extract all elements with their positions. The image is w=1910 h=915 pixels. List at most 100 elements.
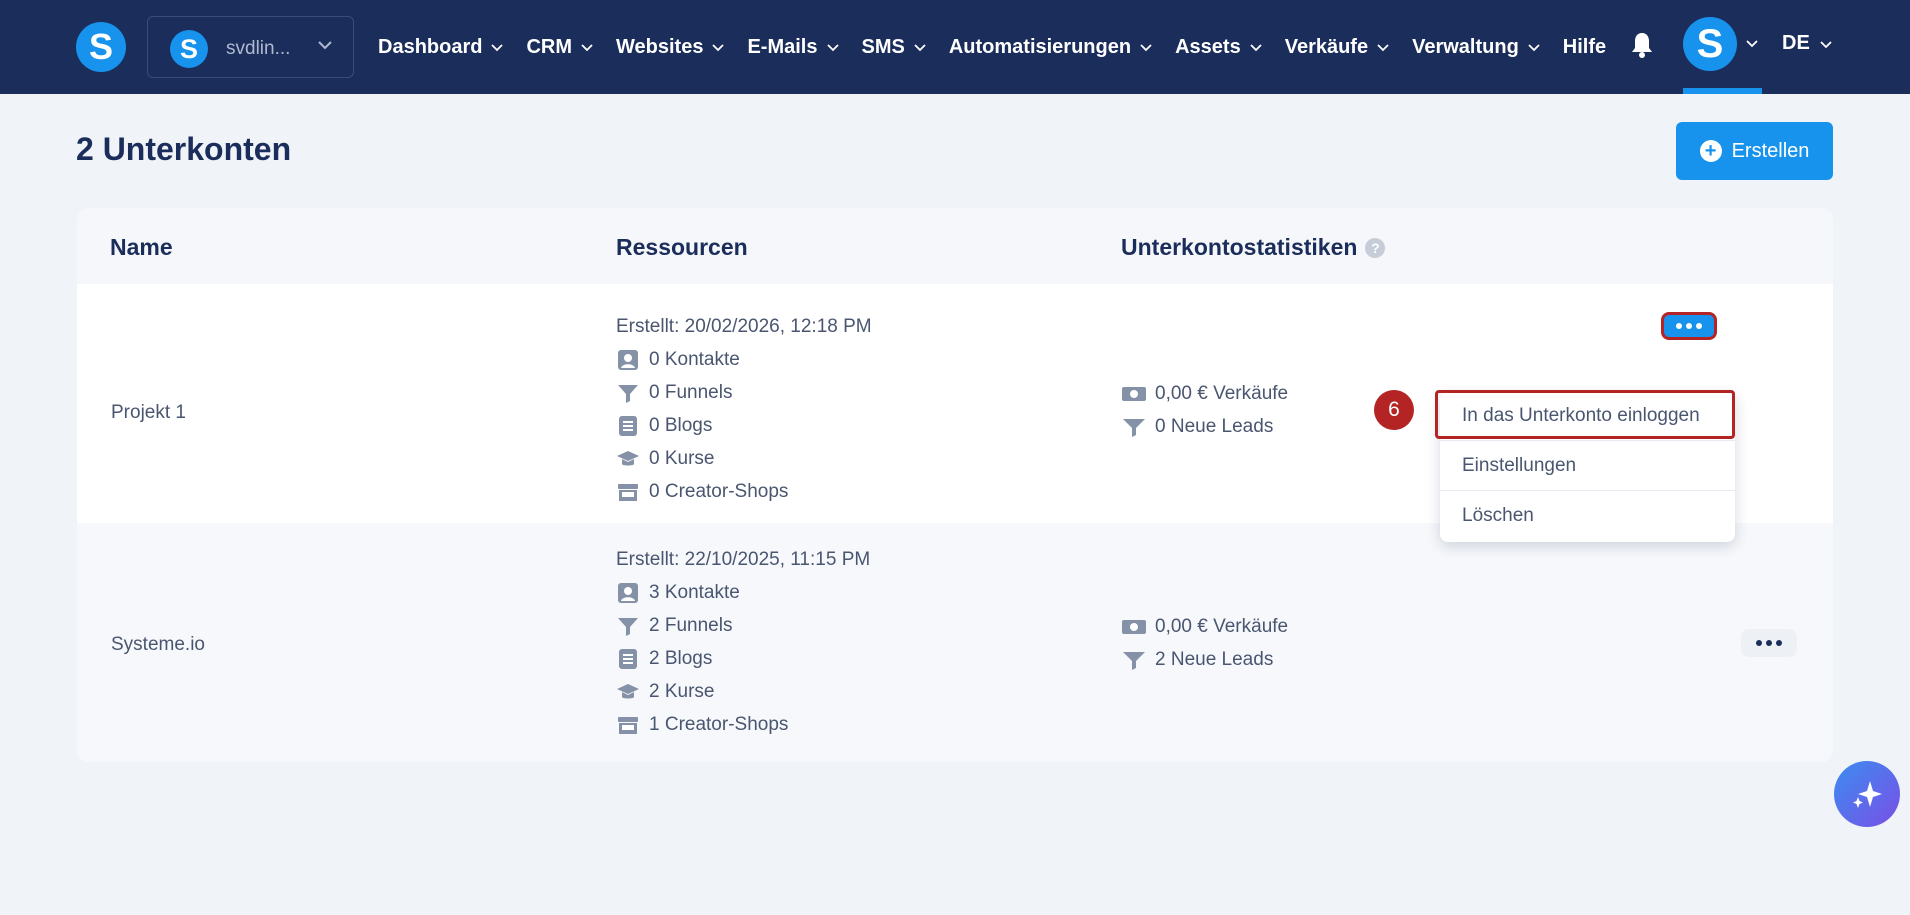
dot xyxy=(1676,323,1682,329)
chevron-down-icon xyxy=(914,44,926,52)
funnel-icon xyxy=(1123,651,1145,670)
sales-line: 0,00 € Verkäufe xyxy=(1121,377,1288,410)
chevron-down-icon[interactable] xyxy=(1745,36,1759,50)
account-switcher[interactable]: S svdlin... xyxy=(147,16,354,78)
contacts-count: 3 Kontakte xyxy=(649,581,740,603)
more-actions-button[interactable] xyxy=(1741,629,1797,657)
nav-label: Dashboard xyxy=(378,35,483,58)
blogs-line: 0 Blogs xyxy=(616,409,872,442)
main-nav: Dashboard CRM Websites E-Mails SMS Autom… xyxy=(378,0,1628,94)
column-header-stats: Unterkontostatistiken? xyxy=(1121,234,1386,261)
created-date: Erstellt: 20/02/2026, 12:18 PM xyxy=(616,315,872,337)
table-row: Systeme.io Erstellt: 22/10/2025, 11:15 P… xyxy=(77,523,1833,762)
subaccount-name[interactable]: Systeme.io xyxy=(111,634,205,656)
systeme-logo[interactable]: S xyxy=(76,22,126,72)
resources-cell: Erstellt: 22/10/2025, 11:15 PM 3 Kontakt… xyxy=(616,543,870,741)
blogs-count: 0 Blogs xyxy=(649,414,713,436)
nav-administration[interactable]: Verwaltung xyxy=(1412,36,1541,59)
table-header: Name Ressourcen Unterkontostatistiken? xyxy=(77,208,1833,284)
nav-dashboard[interactable]: Dashboard xyxy=(378,36,504,59)
nav-help[interactable]: Hilfe xyxy=(1563,36,1606,59)
nav-label: SMS xyxy=(861,35,905,58)
courses-line: 2 Kurse xyxy=(616,675,870,708)
subaccount-name[interactable]: Projekt 1 xyxy=(111,402,186,424)
nav-assets[interactable]: Assets xyxy=(1175,36,1263,59)
money-icon xyxy=(1122,619,1146,634)
chevron-down-icon xyxy=(1140,44,1152,52)
graduation-cap-icon xyxy=(617,683,639,698)
shops-count: 1 Creator-Shops xyxy=(649,713,789,735)
nav-automations[interactable]: Automatisierungen xyxy=(949,36,1153,59)
chevron-down-icon xyxy=(1528,44,1540,52)
page-title: 2 Unterkonten xyxy=(76,131,292,167)
sales-value: 0,00 € Verkäufe xyxy=(1155,382,1289,404)
nav-label: Automatisierungen xyxy=(948,35,1132,58)
sales-line: 0,00 € Verkäufe xyxy=(1121,610,1288,643)
courses-count: 0 Kurse xyxy=(649,447,715,469)
nav-emails[interactable]: E-Mails xyxy=(747,36,839,59)
blogs-line: 2 Blogs xyxy=(616,642,870,675)
funnel-icon xyxy=(1123,418,1145,437)
store-icon xyxy=(618,483,638,501)
nav-label: Hilfe xyxy=(1562,35,1607,58)
account-avatar: S xyxy=(170,30,208,68)
dot xyxy=(1776,640,1782,646)
chevron-down-icon xyxy=(1250,44,1262,52)
funnels-line: 2 Funnels xyxy=(616,609,870,642)
leads-value: 0 Neue Leads xyxy=(1155,415,1274,437)
language-label: DE xyxy=(1782,32,1810,54)
nav-label: Assets xyxy=(1175,35,1241,58)
graduation-cap-icon xyxy=(617,450,639,465)
chevron-down-icon xyxy=(1377,44,1389,52)
nav-label: CRM xyxy=(526,35,573,58)
funnel-icon xyxy=(618,617,638,636)
stats-cell: 0,00 € Verkäufe 0 Neue Leads xyxy=(1121,377,1288,443)
create-label: Erstellen xyxy=(1731,139,1810,162)
funnel-icon xyxy=(618,384,638,403)
chevron-down-icon xyxy=(581,44,593,52)
nav-label: Verwaltung xyxy=(1412,35,1519,58)
bell-icon[interactable] xyxy=(1630,31,1654,59)
column-header-name: Name xyxy=(110,234,173,260)
ai-assistant-button[interactable] xyxy=(1834,761,1900,827)
contact-card-icon xyxy=(618,349,638,370)
store-icon xyxy=(618,716,638,734)
help-icon[interactable]: ? xyxy=(1365,237,1386,258)
leads-value: 2 Neue Leads xyxy=(1155,648,1274,670)
active-indicator xyxy=(1683,88,1762,94)
language-selector[interactable]: DE xyxy=(1782,32,1833,55)
blogs-count: 2 Blogs xyxy=(649,647,713,669)
dot xyxy=(1766,640,1772,646)
shops-line: 1 Creator-Shops xyxy=(616,708,870,741)
funnels-count: 0 Funnels xyxy=(649,381,733,403)
resources-cell: Erstellt: 20/02/2026, 12:18 PM 0 Kontakt… xyxy=(616,310,872,508)
user-avatar[interactable]: S xyxy=(1683,17,1737,71)
nav-sales[interactable]: Verkäufe xyxy=(1285,36,1390,59)
dot xyxy=(1756,640,1762,646)
menu-item-settings[interactable]: Einstellungen xyxy=(1440,440,1735,490)
menu-item-delete[interactable]: Löschen xyxy=(1440,490,1735,540)
nav-websites[interactable]: Websites xyxy=(616,36,725,59)
account-name: svdlin... xyxy=(226,38,291,59)
chevron-down-icon xyxy=(491,44,504,52)
dot xyxy=(1696,323,1702,329)
top-navigation-bar: S S svdlin... Dashboard CRM Websites E-M… xyxy=(0,0,1910,94)
nav-label: E-Mails xyxy=(747,35,818,58)
stats-cell: 0,00 € Verkäufe 2 Neue Leads xyxy=(1121,610,1288,676)
chevron-down-icon xyxy=(318,41,332,50)
sales-value: 0,00 € Verkäufe xyxy=(1155,615,1289,637)
actions-dropdown: In das Unterkonto einloggen Einstellunge… xyxy=(1440,392,1735,542)
nav-label: Websites xyxy=(616,35,704,58)
money-icon xyxy=(1122,386,1146,401)
menu-item-login-subaccount[interactable]: In das Unterkonto einloggen xyxy=(1440,392,1735,440)
nav-crm[interactable]: CRM xyxy=(526,36,594,59)
document-icon xyxy=(619,415,637,436)
created-date: Erstellt: 22/10/2025, 11:15 PM xyxy=(616,548,871,570)
more-actions-button[interactable] xyxy=(1661,312,1717,340)
step-badge: 6 xyxy=(1374,390,1414,430)
nav-sms[interactable]: SMS xyxy=(862,36,927,59)
shops-line: 0 Creator-Shops xyxy=(616,475,872,508)
leads-line: 0 Neue Leads xyxy=(1121,410,1288,443)
contact-card-icon xyxy=(618,582,638,603)
create-button[interactable]: + Erstellen xyxy=(1676,122,1833,180)
